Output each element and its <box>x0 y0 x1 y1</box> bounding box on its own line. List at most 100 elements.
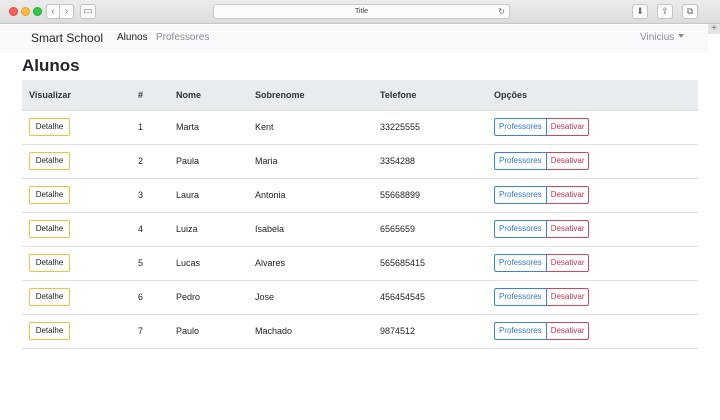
browser-toolbar: ‹ › ▭ Title ↻ ⬇ ⇪ ⧉ <box>0 0 720 24</box>
options-button-group: Professores Desativar <box>494 152 590 170</box>
options-button-group: Professores Desativar <box>494 220 590 238</box>
cell-telefone: 3354288 <box>380 144 494 179</box>
table-row: Detalhe 2 Paula Maria 3354288 Professores Desa… <box>22 144 698 179</box>
cell-telefone: 456454545 <box>380 280 494 315</box>
reload-icon[interactable]: ↻ <box>498 5 505 18</box>
cell-opcoes: Professores Desativar <box>494 212 698 247</box>
cell-opcoes: Professores Desativar <box>494 246 698 281</box>
forward-arrow-icon[interactable]: › <box>60 4 74 19</box>
cell-opcoes: Professores Desativar <box>494 110 698 145</box>
detail-button[interactable]: Detalhe <box>29 254 70 272</box>
table-header-row: Visualizar # Nome Sobrenome Telefone Opç… <box>22 80 698 111</box>
cell-telefone: 565685415 <box>380 246 494 281</box>
options-button-group: Professores Desativar <box>494 254 590 272</box>
brand-logo[interactable]: Smart School <box>31 31 103 45</box>
back-arrow-icon[interactable]: ‹ <box>46 4 60 19</box>
cell-opcoes: Professores Desativar <box>494 280 698 315</box>
cell-sobrenome: Machado <box>255 314 380 349</box>
nav-link-alunos[interactable]: Alunos <box>117 32 148 43</box>
detail-button[interactable]: Detalhe <box>29 118 70 136</box>
cell-visualizar: Detalhe <box>22 110 122 145</box>
cell-telefone: 6565659 <box>380 212 494 247</box>
cell-sobrenome: Kent <box>255 110 380 145</box>
cell-id: 6 <box>122 280 176 315</box>
professores-button[interactable]: Professores <box>494 152 547 170</box>
cell-nome: Laura <box>176 178 255 213</box>
close-window-button[interactable] <box>9 7 18 16</box>
cell-opcoes: Professores Desativar <box>494 178 698 213</box>
cell-id: 1 <box>122 110 176 145</box>
download-icon[interactable]: ⬇ <box>632 4 648 19</box>
table-row: Detalhe 5 Lucas Alvares 565685415 Professores… <box>22 246 698 281</box>
cell-nome: Paulo <box>176 314 255 349</box>
students-table: Visualizar # Nome Sobrenome Telefone Opç… <box>22 80 698 349</box>
table-row: Detalhe 3 Laura Antonia 55668899 Professores D… <box>22 178 698 213</box>
cell-visualizar: Detalhe <box>22 212 122 247</box>
browser-tab-title: Title <box>355 8 368 15</box>
sidebar-icon[interactable]: ▭ <box>80 4 96 19</box>
zoom-window-button[interactable] <box>33 7 42 16</box>
professores-button[interactable]: Professores <box>494 118 547 136</box>
col-header-opcoes: Opções <box>494 80 698 111</box>
detail-button[interactable]: Detalhe <box>29 288 70 306</box>
options-button-group: Professores Desativar <box>494 322 590 340</box>
col-header-nome: Nome <box>176 80 255 111</box>
deactivate-button[interactable]: Desativar <box>546 288 590 306</box>
cell-visualizar: Detalhe <box>22 178 122 213</box>
cell-id: 7 <box>122 314 176 349</box>
col-header-telefone: Telefone <box>380 80 494 111</box>
cell-id: 2 <box>122 144 176 179</box>
professores-button[interactable]: Professores <box>494 254 547 272</box>
cell-opcoes: Professores Desativar <box>494 144 698 179</box>
professores-button[interactable]: Professores <box>494 220 547 238</box>
caret-down-icon <box>678 34 685 38</box>
deactivate-button[interactable]: Desativar <box>546 322 590 340</box>
cell-telefone: 33225555 <box>380 110 494 145</box>
user-dropdown[interactable]: Vinicius <box>640 32 685 43</box>
deactivate-button[interactable]: Desativar <box>546 186 590 204</box>
address-bar[interactable]: Title ↻ <box>213 4 510 19</box>
tabs-overview-icon[interactable]: ⧉ <box>682 4 698 19</box>
col-header-id: # <box>122 80 176 111</box>
detail-button[interactable]: Detalhe <box>29 322 70 340</box>
detail-button[interactable]: Detalhe <box>29 152 70 170</box>
cell-telefone: 9874512 <box>380 314 494 349</box>
nav-link-professores[interactable]: Professores <box>156 32 209 43</box>
table-row: Detalhe 4 Luiza Isabela 6565659 Professores De… <box>22 212 698 247</box>
cell-id: 4 <box>122 212 176 247</box>
col-header-sobrenome: Sobrenome <box>255 80 380 111</box>
deactivate-button[interactable]: Desativar <box>546 220 590 238</box>
cell-nome: Marta <box>176 110 255 145</box>
professores-button[interactable]: Professores <box>494 186 547 204</box>
options-button-group: Professores Desativar <box>494 288 590 306</box>
professores-button[interactable]: Professores <box>494 322 547 340</box>
options-button-group: Professores Desativar <box>494 118 590 136</box>
new-tab-icon[interactable]: + <box>708 24 720 34</box>
table-row: Detalhe 6 Pedro Jose 456454545 Professores Des… <box>22 280 698 315</box>
detail-button[interactable]: Detalhe <box>29 186 70 204</box>
cell-sobrenome: Jose <box>255 280 380 315</box>
deactivate-button[interactable]: Desativar <box>546 152 590 170</box>
cell-nome: Lucas <box>176 246 255 281</box>
cell-nome: Luiza <box>176 212 255 247</box>
cell-visualizar: Detalhe <box>22 246 122 281</box>
deactivate-button[interactable]: Desativar <box>546 118 590 136</box>
cell-sobrenome: Maria <box>255 144 380 179</box>
options-button-group: Professores Desativar <box>494 186 590 204</box>
cell-nome: Pedro <box>176 280 255 315</box>
navbar: Smart School Alunos Professores Vinicius <box>0 25 708 53</box>
col-header-visualizar: Visualizar <box>22 80 122 111</box>
cell-id: 3 <box>122 178 176 213</box>
cell-visualizar: Detalhe <box>22 314 122 349</box>
deactivate-button[interactable]: Desativar <box>546 254 590 272</box>
cell-sobrenome: Antonia <box>255 178 380 213</box>
cell-nome: Paula <box>176 144 255 179</box>
cell-visualizar: Detalhe <box>22 280 122 315</box>
professores-button[interactable]: Professores <box>494 288 547 306</box>
cell-sobrenome: Alvares <box>255 246 380 281</box>
detail-button[interactable]: Detalhe <box>29 220 70 238</box>
share-icon[interactable]: ⇪ <box>657 4 673 19</box>
cell-opcoes: Professores Desativar <box>494 314 698 349</box>
user-name: Vinicius <box>640 32 675 43</box>
minimize-window-button[interactable] <box>21 7 30 16</box>
